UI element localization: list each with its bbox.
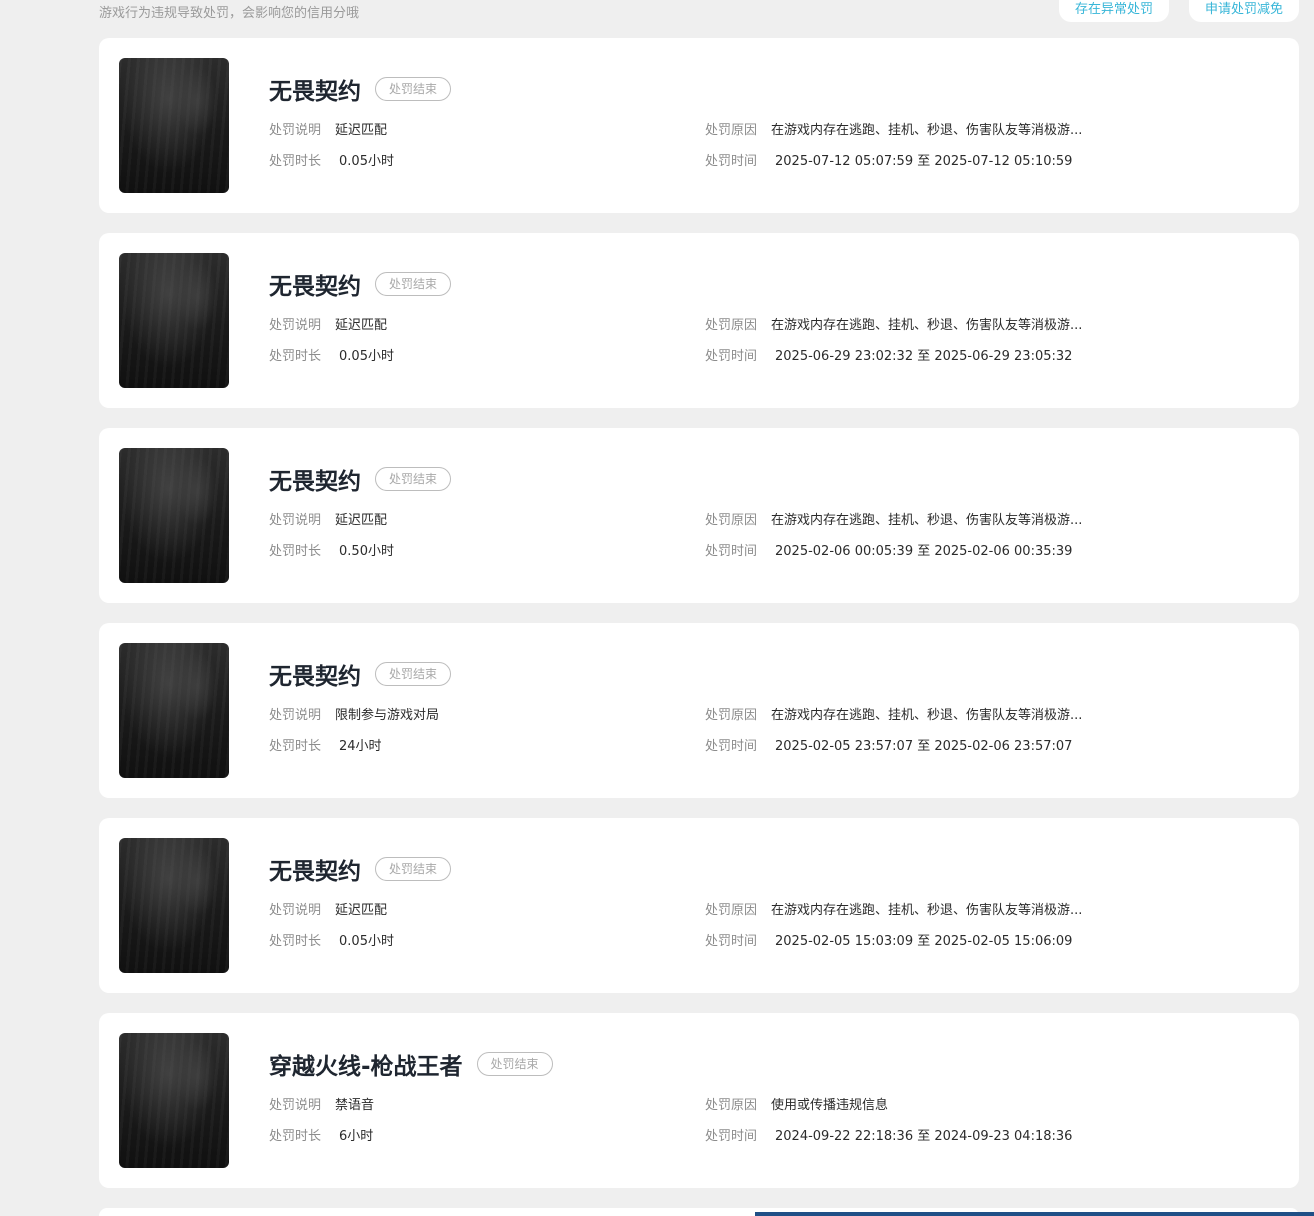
duration-value: 0.05小时 <box>339 154 394 169</box>
desc-value: 延迟匹配 <box>335 903 388 918</box>
reason-value: 在游戏内存在逃跑、挂机、秒退、伤害队友等消极游... <box>771 318 1083 333</box>
penalty-card: 无畏契约 处罚结束 处罚说明 限制参与游戏对局 处罚时长 24小时 处罚原因 在游戏内… <box>99 623 1299 798</box>
time-label: 处罚时间 <box>705 934 758 949</box>
apply-reduction-button[interactable]: 申请处罚减免 <box>1189 0 1299 22</box>
duration-label: 处罚时长 <box>269 154 322 169</box>
reason-label: 处罚原因 <box>705 903 758 918</box>
desc-label: 处罚说明 <box>269 123 322 138</box>
time-label: 处罚时间 <box>705 544 758 559</box>
status-badge: 处罚结束 <box>375 272 452 296</box>
status-badge: 处罚结束 <box>476 1052 553 1076</box>
time-value: 2025-07-12 05:07:59 至 2025-07-12 05:10:5… <box>775 154 1073 169</box>
reason-value: 在游戏内存在逃跑、挂机、秒退、伤害队友等消极游... <box>771 903 1083 918</box>
desc-value: 禁语音 <box>335 1098 375 1113</box>
status-badge: 处罚结束 <box>375 467 452 491</box>
desc-label: 处罚说明 <box>269 708 322 723</box>
desc-label: 处罚说明 <box>269 513 322 528</box>
status-badge: 处罚结束 <box>375 857 452 881</box>
time-value: 2025-02-05 15:03:09 至 2025-02-05 15:06:0… <box>775 934 1073 949</box>
game-title: 无畏契约 <box>269 79 361 105</box>
game-thumbnail <box>119 838 229 973</box>
duration-label: 处罚时长 <box>269 544 322 559</box>
duration-value: 6小时 <box>339 1129 374 1144</box>
duration-label: 处罚时长 <box>269 349 322 364</box>
time-label: 处罚时间 <box>705 154 758 169</box>
game-thumbnail <box>119 1033 229 1168</box>
credit-notice: 游戏行为违规导致处罚，会影响您的信用分哦 <box>99 6 360 21</box>
game-title: 无畏契约 <box>269 859 361 885</box>
desc-value: 限制参与游戏对局 <box>335 708 440 723</box>
penalty-card: 穿越火线-枪战王者 处罚结束 处罚说明 禁语音 处罚时长 6小时 处罚原因 使用或传播… <box>99 1013 1299 1188</box>
penalty-card: 无畏契约 处罚结束 处罚说明 延迟匹配 处罚时长 0.05小时 处罚原因 在游戏内存在… <box>99 233 1299 408</box>
game-thumbnail <box>119 253 229 388</box>
desc-label: 处罚说明 <box>269 1098 322 1113</box>
game-thumbnail <box>119 643 229 778</box>
game-thumbnail <box>119 58 229 193</box>
time-value: 2025-02-05 23:57:07 至 2025-02-06 23:57:0… <box>775 739 1073 754</box>
status-badge: 处罚结束 <box>375 662 452 686</box>
desc-value: 延迟匹配 <box>335 318 388 333</box>
game-title: 无畏契约 <box>269 469 361 495</box>
penalty-list: 无畏契约 处罚结束 处罚说明 延迟匹配 处罚时长 0.05小时 处罚原因 在游戏内存在… <box>99 38 1299 1208</box>
time-label: 处罚时间 <box>705 739 758 754</box>
duration-value: 24小时 <box>339 739 382 754</box>
reason-label: 处罚原因 <box>705 1098 758 1113</box>
duration-value: 0.50小时 <box>339 544 394 559</box>
reason-value: 使用或传播违规信息 <box>771 1098 889 1113</box>
top-bar: 游戏行为违规导致处罚，会影响您的信用分哦 存在异常处罚 申请处罚减免 <box>0 0 1314 30</box>
penalty-card: 无畏契约 处罚结束 处罚说明 延迟匹配 处罚时长 0.05小时 处罚原因 在游戏内存在… <box>99 818 1299 993</box>
time-label: 处罚时间 <box>705 1129 758 1144</box>
status-badge: 处罚结束 <box>375 77 452 101</box>
penalty-card: 无畏契约 处罚结束 处罚说明 延迟匹配 处罚时长 0.05小时 处罚原因 在游戏内存在… <box>99 38 1299 213</box>
reason-value: 在游戏内存在逃跑、挂机、秒退、伤害队友等消极游... <box>771 513 1083 528</box>
reason-label: 处罚原因 <box>705 123 758 138</box>
reason-label: 处罚原因 <box>705 513 758 528</box>
desc-value: 延迟匹配 <box>335 123 388 138</box>
game-title: 无畏契约 <box>269 274 361 300</box>
time-value: 2025-02-06 00:05:39 至 2025-02-06 00:35:3… <box>775 544 1073 559</box>
abnormal-penalty-button[interactable]: 存在异常处罚 <box>1059 0 1169 22</box>
reason-label: 处罚原因 <box>705 318 758 333</box>
desc-label: 处罚说明 <box>269 903 322 918</box>
duration-value: 0.05小时 <box>339 934 394 949</box>
desc-value: 延迟匹配 <box>335 513 388 528</box>
game-thumbnail <box>119 448 229 583</box>
reason-value: 在游戏内存在逃跑、挂机、秒退、伤害队友等消极游... <box>771 708 1083 723</box>
duration-label: 处罚时长 <box>269 1129 322 1144</box>
taskbar-edge <box>755 1212 1314 1216</box>
game-title: 穿越火线-枪战王者 <box>269 1054 463 1080</box>
reason-value: 在游戏内存在逃跑、挂机、秒退、伤害队友等消极游... <box>771 123 1083 138</box>
desc-label: 处罚说明 <box>269 318 322 333</box>
time-value: 2025-06-29 23:02:32 至 2025-06-29 23:05:3… <box>775 349 1073 364</box>
penalty-card: 无畏契约 处罚结束 处罚说明 延迟匹配 处罚时长 0.50小时 处罚原因 在游戏内存在… <box>99 428 1299 603</box>
time-label: 处罚时间 <box>705 349 758 364</box>
duration-label: 处罚时长 <box>269 739 322 754</box>
reason-label: 处罚原因 <box>705 708 758 723</box>
duration-label: 处罚时长 <box>269 934 322 949</box>
game-title: 无畏契约 <box>269 664 361 690</box>
duration-value: 0.05小时 <box>339 349 394 364</box>
time-value: 2024-09-22 22:18:36 至 2024-09-23 04:18:3… <box>775 1129 1073 1144</box>
